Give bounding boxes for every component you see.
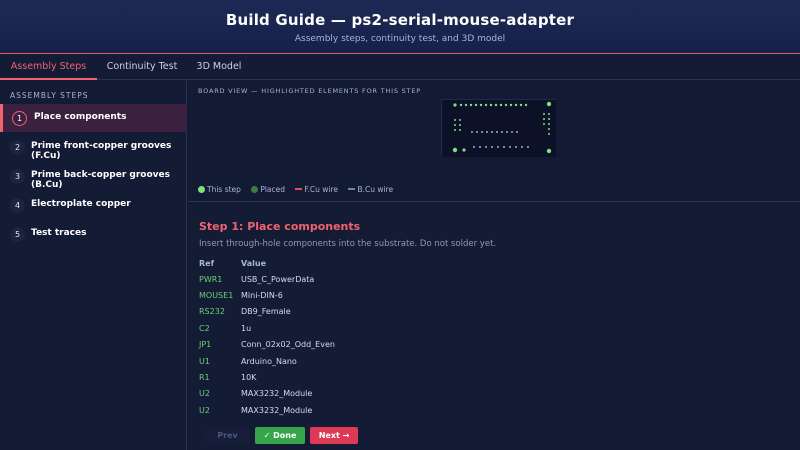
table-row: C2 1u: [199, 320, 335, 336]
board-legend: This step Placed F.Cu wire B.Cu wire: [198, 185, 401, 194]
sidebar-step-2[interactable]: 2 Prime front-copper grooves (F.Cu): [0, 133, 187, 161]
legend-bcu-wire: B.Cu wire: [348, 185, 393, 194]
table-row: U2 MAX3232_Module: [199, 386, 335, 402]
table-row: R1 10K: [199, 369, 335, 385]
value-cell: MAX3232_Module: [241, 405, 313, 415]
value-cell: Arduino_Nano: [241, 356, 297, 366]
sidebar-step-5[interactable]: 5 Test traces: [0, 220, 187, 248]
page-title: Build Guide — ps2-serial-mouse-adapter: [225, 11, 575, 29]
tab-continuity-test[interactable]: Continuity Test: [97, 55, 187, 80]
components-table: Ref Value PWR1 USB_C_PowerData MOUSE1 Mini…: [199, 256, 335, 419]
tab-bar: Assembly Steps Continuity Test 3D Model: [0, 55, 800, 80]
board-view: [441, 99, 556, 157]
step-number: 3: [10, 169, 25, 184]
table-row: JP1 Conn_02x02_Odd_Even: [199, 337, 335, 353]
sidebar: ASSEMBLY STEPS 1 Place components 2 Prim…: [0, 81, 187, 450]
tab-assembly-steps[interactable]: Assembly Steps: [0, 55, 97, 80]
ref-cell: R1: [199, 373, 210, 383]
legend-line-icon: [295, 188, 303, 190]
step-number: 5: [10, 227, 25, 242]
prev-button[interactable]: Prev: [205, 427, 250, 444]
sidebar-step-4[interactable]: 4 Electroplate copper: [0, 191, 187, 219]
step-label: Place components: [34, 112, 127, 122]
step-number: 2: [10, 140, 25, 155]
legend-placed: Placed: [251, 185, 285, 194]
ref-cell: RS232: [199, 307, 225, 317]
board-view-title: BOARD VIEW — HIGHLIGHTED ELEMENTS FOR TH…: [198, 87, 421, 95]
value-cell: 10K: [241, 373, 257, 383]
next-button[interactable]: Next →: [310, 427, 358, 444]
legend-line-icon: [348, 188, 356, 190]
page-subtitle: Assembly steps, continuity test, and 3D …: [294, 34, 506, 44]
value-cell: Mini-DIN-6: [241, 291, 283, 301]
table-row: MOUSE1 Mini-DIN-6: [199, 287, 335, 303]
ref-cell: MOUSE1: [199, 291, 234, 301]
app-header: Build Guide — ps2-serial-mouse-adapter A…: [0, 0, 800, 54]
step-number: 4: [10, 198, 25, 213]
legend-this-step: This step: [198, 185, 241, 194]
value-cell: USB_C_PowerData: [241, 274, 315, 284]
legend-dot-icon: [251, 186, 259, 193]
ref-cell: JP1: [199, 340, 212, 350]
step-label: Electroplate copper: [31, 199, 131, 209]
ref-cell: C2: [199, 323, 210, 333]
step-description: Insert through-hole components into the …: [199, 239, 497, 249]
board-diagram: [442, 100, 556, 157]
ref-cell: U1: [199, 356, 210, 366]
value-cell: DB9_Female: [241, 307, 291, 317]
value-cell: Conn_02x02_Odd_Even: [241, 340, 335, 350]
ref-cell: PWR1: [199, 274, 223, 284]
table-row: RS232 DB9_Female: [199, 304, 335, 320]
sidebar-title: ASSEMBLY STEPS: [10, 91, 89, 100]
column-header-value: Value: [241, 259, 267, 268]
table-row: PWR1 USB_C_PowerData: [199, 271, 335, 287]
step-number: 1: [12, 111, 27, 126]
step-label: Test traces: [31, 228, 87, 238]
column-header-ref: Ref: [199, 259, 215, 268]
ref-cell: U2: [199, 405, 210, 415]
divider: [188, 201, 800, 202]
value-cell: 1u: [241, 323, 252, 333]
table-row: U1 Arduino_Nano: [199, 353, 335, 369]
table-row: U2 MAX3232_Module: [199, 402, 335, 418]
ref-cell: U2: [199, 389, 210, 399]
legend-dot-icon: [198, 186, 205, 193]
tab-3d-model[interactable]: 3D Model: [187, 55, 251, 80]
done-button[interactable]: ✓ Done: [255, 427, 305, 444]
sidebar-step-3[interactable]: 3 Prime back-copper grooves (B.Cu): [0, 162, 187, 190]
legend-fcu-wire: F.Cu wire: [295, 185, 338, 194]
sidebar-step-1[interactable]: 1 Place components: [0, 104, 187, 132]
step-label: Prime front-copper grooves (F.Cu): [31, 141, 172, 161]
step-detail-panel: Step 1: Place components Insert through-…: [188, 210, 800, 450]
step-title: Step 1: Place components: [199, 220, 361, 233]
main-content: BOARD VIEW — HIGHLIGHTED ELEMENTS FOR TH…: [188, 81, 800, 450]
value-cell: MAX3232_Module: [241, 389, 313, 399]
step-label: Prime back-copper grooves (B.Cu): [31, 170, 170, 190]
